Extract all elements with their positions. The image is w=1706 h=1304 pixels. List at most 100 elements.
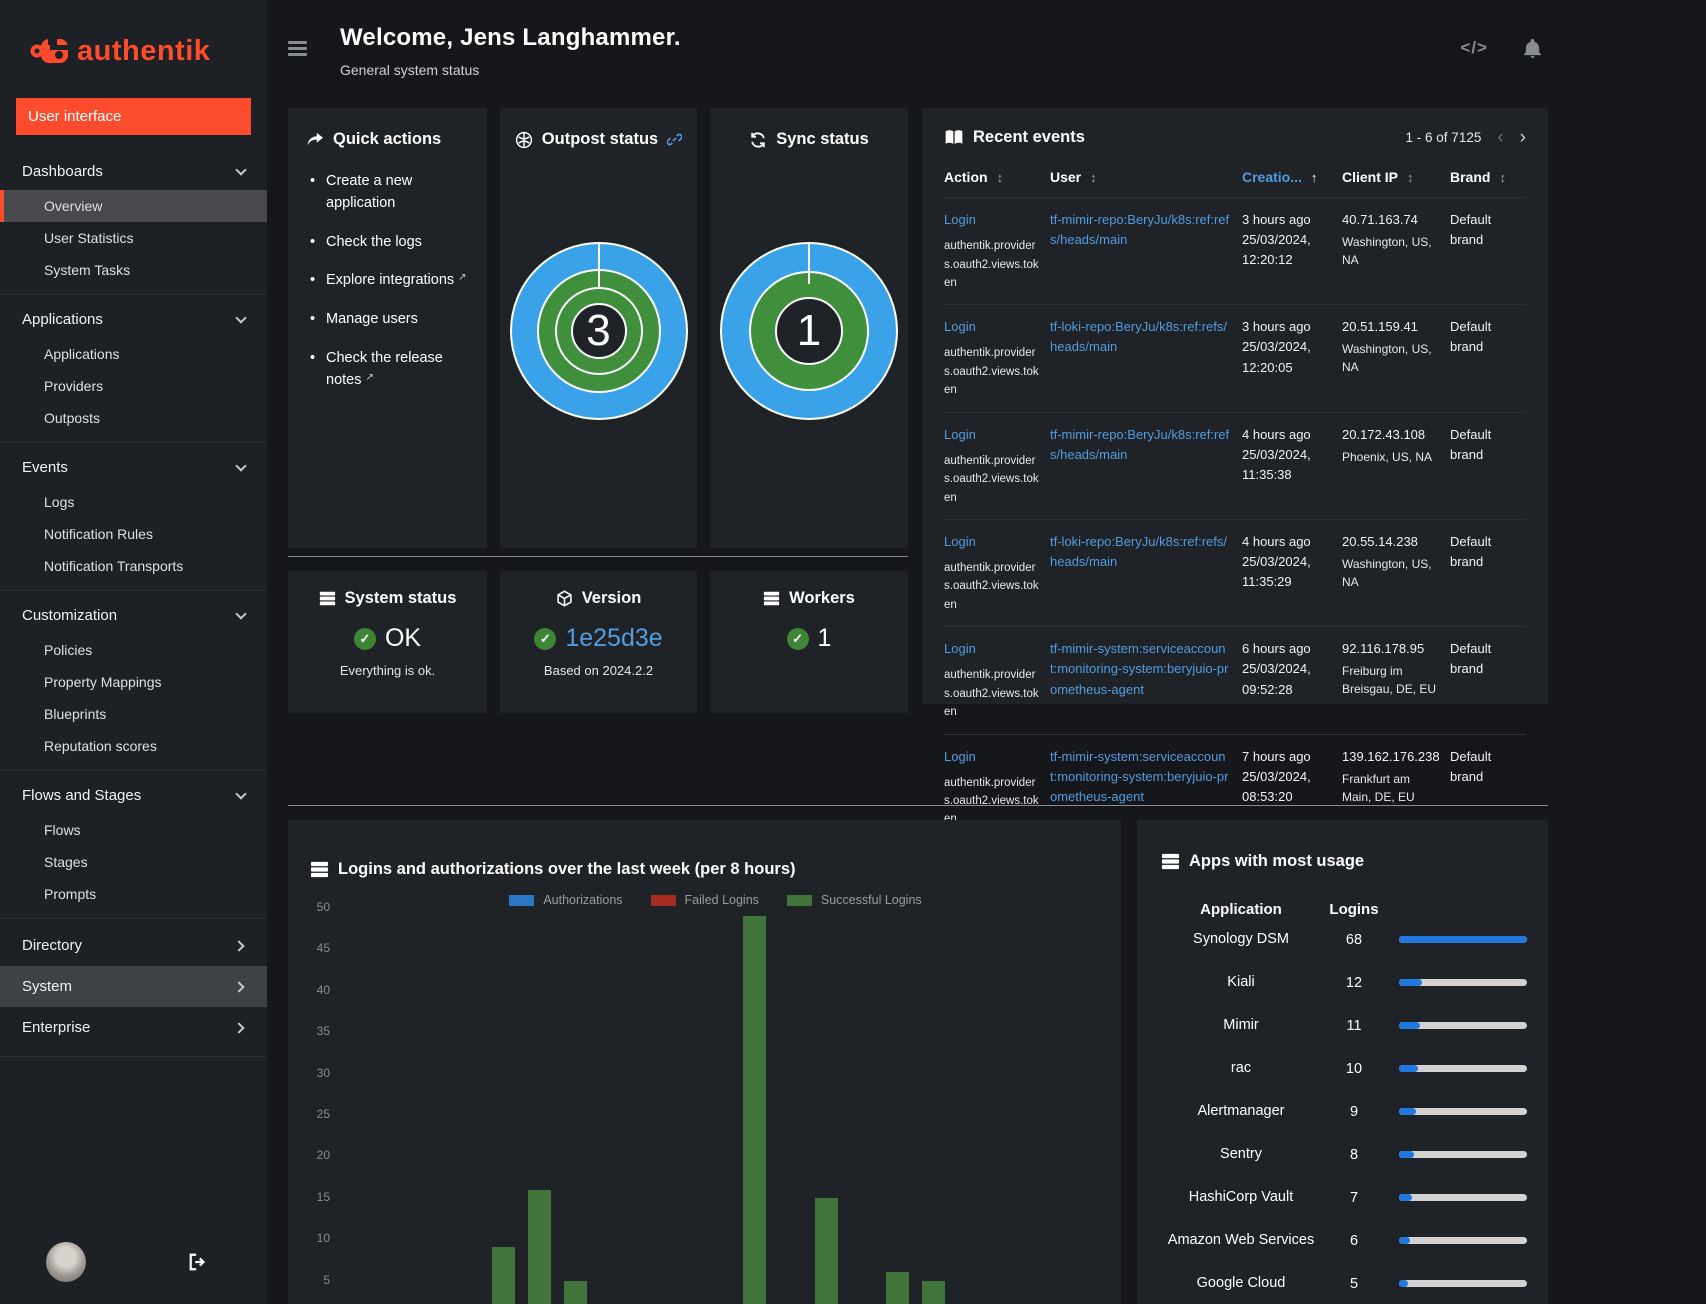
event-timestamp: 25/03/2024, 09:52:28 (1242, 661, 1311, 697)
app-login-count: 8 (1349, 1146, 1359, 1163)
event-action-link[interactable]: Login (944, 639, 1040, 659)
sidebar-item-reputation-scores[interactable]: Reputation scores (0, 730, 267, 762)
table-row: HashiCorp Vault 7 (1161, 1176, 1527, 1219)
event-user-link[interactable]: tf-mimir-repo:BeryJu/k8s:ref:refs/heads/… (1050, 427, 1229, 462)
api-browser-icon[interactable]: </> (1460, 38, 1488, 58)
column-header-brand[interactable]: Brand ↕ (1450, 169, 1526, 185)
legend-swatch (509, 894, 535, 906)
check-circle-icon: ✓ (534, 627, 557, 650)
app-login-count: 6 (1349, 1232, 1359, 1249)
chevron-right-icon (233, 939, 245, 952)
event-timestamp: 25/03/2024, 11:35:38 (1242, 446, 1311, 482)
event-action-link[interactable]: Login (944, 532, 1040, 552)
hamburger-menu-icon[interactable] (288, 38, 307, 59)
y-tick-label: 10 (316, 1231, 330, 1246)
nav-section-label: Customization (22, 607, 118, 624)
event-geo: Washington, US, NA (1342, 235, 1432, 268)
sidebar-item-providers[interactable]: Providers (0, 370, 267, 402)
usage-bar-track (1399, 1065, 1527, 1073)
recent-events-card: Recent events 1 - 6 of 7125 ‹ › Action ↕ … (922, 108, 1548, 876)
usage-bar-track (1399, 936, 1527, 943)
system-status-title: System status (344, 589, 457, 607)
nav-section-customization: Customization Policies Property Mappings… (0, 591, 267, 771)
event-geo: Washington, US, NA (1342, 342, 1432, 375)
list-item: Check the release notes↗ (306, 348, 469, 392)
event-user-link[interactable]: tf-mimir-system:serviceaccount:monitorin… (1050, 641, 1228, 696)
nav-section-collapsed-group: Directory System Enterprise (0, 919, 267, 1057)
pagination-prev-icon[interactable]: ‹ (1497, 128, 1503, 147)
nav-section-head-dashboards[interactable]: Dashboards (0, 153, 267, 190)
sidebar-item-outposts[interactable]: Outposts (0, 402, 267, 434)
outpost-link-icon[interactable] (667, 132, 683, 147)
system-status-value: OK (384, 624, 422, 652)
user-interface-button[interactable]: User interface (16, 98, 251, 135)
sort-icon: ↕ (1407, 169, 1414, 185)
release-notes-link[interactable]: Check the release notes (326, 350, 443, 388)
explore-integrations-link[interactable]: Explore integrations (326, 272, 454, 288)
event-user-link[interactable]: tf-mimir-repo:BeryJu/k8s:ref:refs/heads/… (1050, 212, 1229, 247)
sidebar-item-flows[interactable]: Flows (0, 814, 267, 846)
sidebar-item-property-mappings[interactable]: Property Mappings (0, 666, 267, 698)
column-header-client-ip[interactable]: Client IP ↕ (1342, 169, 1450, 185)
event-user-link[interactable]: tf-loki-repo:BeryJu/k8s:ref:refs/heads/m… (1050, 319, 1227, 354)
nav-section-head-system[interactable]: System (0, 966, 267, 1007)
sign-out-icon[interactable] (187, 1252, 209, 1272)
event-user-link[interactable]: tf-mimir-system:serviceaccount:monitorin… (1050, 749, 1228, 804)
list-item: Check the logs (306, 232, 469, 254)
chevron-down-icon (235, 460, 247, 472)
outpost-status-donut: 3 (509, 242, 688, 420)
sidebar-item-notification-rules[interactable]: Notification Rules (0, 518, 267, 550)
sidebar-item-logs[interactable]: Logs (0, 486, 267, 518)
chevron-down-icon (235, 608, 247, 620)
sidebar-item-blueprints[interactable]: Blueprints (0, 698, 267, 730)
create-application-link[interactable]: Create a new application (326, 173, 412, 211)
sidebar-item-prompts[interactable]: Prompts (0, 878, 267, 910)
nav-section-head-flows-stages[interactable]: Flows and Stages (0, 777, 267, 814)
app-name: rac (1230, 1060, 1252, 1077)
version-value[interactable]: 1e25d3e (565, 624, 662, 653)
sidebar-item-notification-transports[interactable]: Notification Transports (0, 550, 267, 582)
nav-section-label: System (22, 978, 73, 995)
sidebar-item-overview[interactable]: Overview (0, 190, 267, 222)
notifications-bell-icon[interactable] (1523, 38, 1542, 59)
event-action-link[interactable]: Login (944, 425, 1040, 445)
chart-bar (922, 1280, 946, 1304)
pagination-next-icon[interactable]: › (1520, 128, 1526, 147)
event-relative-time: 4 hours ago (1242, 533, 1311, 549)
y-tick-label: 25 (316, 1107, 330, 1121)
y-tick-label: 5 (323, 1272, 330, 1287)
check-logs-link[interactable]: Check the logs (326, 234, 422, 250)
event-action-link[interactable]: Login (944, 747, 1040, 767)
user-avatar[interactable] (46, 1242, 86, 1282)
sidebar-item-system-tasks[interactable]: System Tasks (0, 254, 267, 286)
app-login-count: 7 (1349, 1189, 1359, 1206)
sidebar-item-applications[interactable]: Applications (0, 338, 267, 370)
external-link-icon: ↗ (458, 272, 467, 284)
usage-bar-fill (1399, 1151, 1415, 1159)
sidebar-item-stages[interactable]: Stages (0, 846, 267, 878)
event-user-link[interactable]: tf-loki-repo:BeryJu/k8s:ref:refs/heads/m… (1050, 534, 1227, 569)
sidebar-item-policies[interactable]: Policies (0, 634, 267, 666)
column-header-user[interactable]: User ↕ (1050, 169, 1242, 185)
nav-section-head-directory[interactable]: Directory (0, 925, 267, 966)
page-title: Welcome, Jens Langhammer. (340, 24, 681, 51)
table-row: Login authentik.providers.oauth2.views.to… (944, 518, 1526, 626)
nav-section-head-events[interactable]: Events (0, 449, 267, 486)
server-icon (319, 590, 336, 607)
column-header-creation[interactable]: Creatio... ↑ (1242, 169, 1342, 185)
nav-section-head-customization[interactable]: Customization (0, 597, 267, 634)
event-geo: Freiburg im Breisgau, DE, EU (1342, 664, 1437, 697)
nav-section-head-applications[interactable]: Applications (0, 301, 267, 338)
authentik-admin-dashboard: authentik User interface Dashboards Over… (0, 0, 1706, 1304)
sidebar-item-user-statistics[interactable]: User Statistics (0, 222, 267, 254)
usage-bar-fill (1399, 1022, 1420, 1030)
nav-section-head-enterprise[interactable]: Enterprise (0, 1007, 267, 1048)
nav-section-label: Directory (22, 937, 83, 954)
column-header-action[interactable]: Action ↕ (944, 169, 1050, 185)
y-tick-label: 50 (316, 900, 330, 914)
event-action-link[interactable]: Login (944, 317, 1040, 337)
sync-status-card: Sync status 1 (710, 108, 908, 548)
event-action-link[interactable]: Login (944, 210, 1040, 230)
manage-users-link[interactable]: Manage users (326, 311, 418, 327)
chart-y-axis: 5 10 15 20 25 30 35 40 45 50 (304, 900, 330, 1304)
